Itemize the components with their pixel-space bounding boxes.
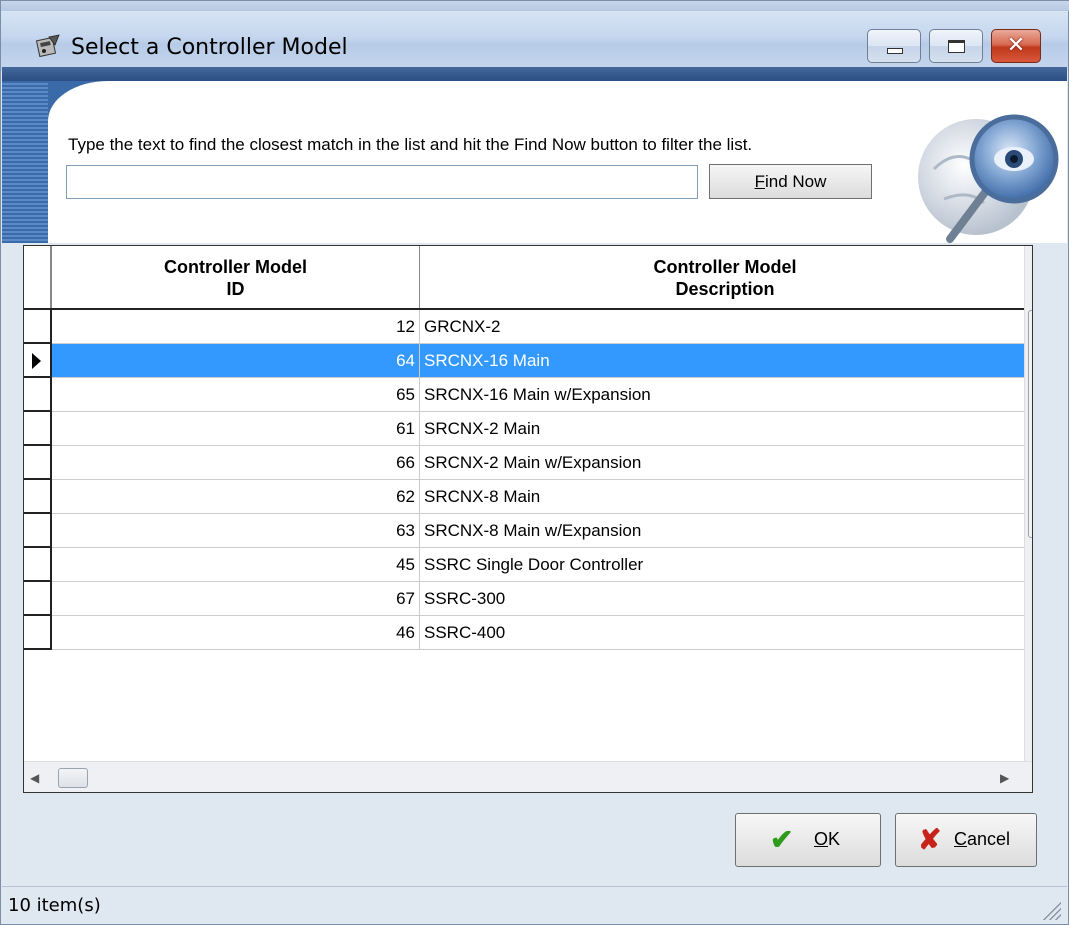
cell-controller-model-id[interactable]: 45 bbox=[52, 548, 420, 582]
cell-controller-model-description[interactable]: SRCNX-8 Main w/Expansion bbox=[420, 514, 1024, 548]
find-now-label: ind Now bbox=[764, 172, 827, 191]
table-row[interactable]: 45 SSRC Single Door Controller bbox=[24, 548, 1024, 582]
cell-controller-model-id[interactable]: 65 bbox=[52, 378, 420, 412]
search-input[interactable] bbox=[66, 165, 698, 199]
row-selector[interactable] bbox=[24, 310, 52, 344]
status-bar: 10 item(s) bbox=[2, 886, 1067, 924]
cancel-label-rest: ancel bbox=[967, 829, 1011, 849]
table-row[interactable]: 67 SSRC-300 bbox=[24, 582, 1024, 616]
dialog-window: Select a Controller Model ✕ Type the tex… bbox=[0, 0, 1069, 925]
cell-controller-model-id[interactable]: 67 bbox=[52, 582, 420, 616]
table-row[interactable]: 66 SRCNX-2 Main w/Expansion bbox=[24, 446, 1024, 480]
scroll-down-arrow-icon[interactable]: ▼ bbox=[1025, 728, 1032, 758]
row-selector[interactable] bbox=[24, 582, 52, 616]
find-now-button[interactable]: Find Now bbox=[709, 164, 872, 199]
ok-label-rest: K bbox=[828, 829, 841, 849]
cancel-label: Cancel bbox=[954, 829, 1010, 850]
table-row[interactable]: 46 SSRC-400 bbox=[24, 616, 1024, 650]
cell-controller-model-description[interactable]: SSRC-300 bbox=[420, 582, 1024, 616]
checkmark-icon: ✔ bbox=[770, 824, 794, 855]
controller-app-icon bbox=[35, 34, 60, 58]
vertical-scroll-thumb[interactable]: ≡ bbox=[1028, 310, 1032, 538]
row-selector[interactable] bbox=[24, 446, 52, 480]
row-selector[interactable] bbox=[24, 412, 52, 446]
cell-controller-model-id[interactable]: 46 bbox=[52, 616, 420, 650]
row-selector[interactable] bbox=[24, 514, 52, 548]
cancel-button[interactable]: ✘ Cancel bbox=[895, 813, 1037, 867]
cell-controller-model-id[interactable]: 64 bbox=[52, 344, 420, 378]
cell-controller-model-description[interactable]: SRCNX-2 Main bbox=[420, 412, 1024, 446]
maximize-button[interactable] bbox=[929, 29, 983, 63]
maximize-icon bbox=[948, 40, 965, 53]
scroll-up-arrow-icon[interactable]: ▲ bbox=[1025, 246, 1032, 276]
vertical-scrollbar[interactable]: ▲ ≡ ▼ bbox=[1024, 246, 1032, 766]
row-selector[interactable] bbox=[24, 548, 52, 582]
cell-controller-model-id[interactable]: 61 bbox=[52, 412, 420, 446]
x-icon: ✘ bbox=[918, 824, 942, 855]
search-instruction: Type the text to find the closest match … bbox=[68, 135, 753, 154]
find-now-access-key: F bbox=[754, 172, 765, 191]
scroll-right-arrow-icon[interactable]: ▶ bbox=[1000, 762, 1020, 792]
row-selector[interactable] bbox=[24, 344, 52, 378]
grid-header: Controller Model ID Controller Model Des… bbox=[24, 246, 1032, 310]
current-row-arrow-icon bbox=[32, 353, 41, 369]
cell-controller-model-description[interactable]: SRCNX-16 Main bbox=[420, 344, 1024, 378]
table-row[interactable]: 62 SRCNX-8 Main bbox=[24, 480, 1024, 514]
decorative-strip bbox=[2, 81, 48, 243]
cell-controller-model-description[interactable]: SRCNX-2 Main w/Expansion bbox=[420, 446, 1024, 480]
column-header-id[interactable]: Controller Model ID bbox=[52, 246, 420, 308]
table-row[interactable]: 12 GRCNX-2 bbox=[24, 310, 1024, 344]
controller-model-grid[interactable]: Controller Model ID Controller Model Des… bbox=[23, 245, 1033, 793]
ok-label: OK bbox=[814, 829, 840, 850]
item-count-status: 10 item(s) bbox=[8, 895, 101, 916]
close-button[interactable]: ✕ bbox=[991, 29, 1041, 63]
close-icon: ✕ bbox=[1006, 33, 1026, 58]
table-row[interactable]: 64 SRCNX-16 Main bbox=[24, 344, 1024, 378]
horizontal-scroll-thumb[interactable] bbox=[58, 768, 88, 788]
column-header-id-line2: ID bbox=[226, 279, 245, 299]
column-header-id-line1: Controller Model bbox=[164, 257, 307, 277]
cell-controller-model-id[interactable]: 63 bbox=[52, 514, 420, 548]
minimize-icon bbox=[887, 48, 903, 54]
title-bar[interactable]: Select a Controller Model ✕ bbox=[1, 11, 1068, 71]
row-selector[interactable] bbox=[24, 616, 52, 650]
row-selector-header bbox=[24, 246, 52, 308]
header-band bbox=[2, 67, 1067, 81]
column-header-description[interactable]: Controller Model Description bbox=[420, 246, 1030, 308]
ok-button[interactable]: ✔ OK bbox=[735, 813, 881, 867]
minimize-button[interactable] bbox=[867, 29, 921, 63]
cell-controller-model-id[interactable]: 66 bbox=[52, 446, 420, 480]
cell-controller-model-description[interactable]: SSRC-400 bbox=[420, 616, 1024, 650]
cell-controller-model-description[interactable]: GRCNX-2 bbox=[420, 310, 1024, 344]
cell-controller-model-description[interactable]: SSRC Single Door Controller bbox=[420, 548, 1024, 582]
cell-controller-model-id[interactable]: 62 bbox=[52, 480, 420, 514]
horizontal-scrollbar[interactable]: ◀ ▶ bbox=[24, 761, 1032, 792]
grip-icon: ≡ bbox=[1029, 411, 1032, 425]
column-header-description-line1: Controller Model bbox=[653, 257, 797, 277]
row-selector[interactable] bbox=[24, 480, 52, 514]
cancel-access-key: C bbox=[954, 829, 967, 849]
cell-controller-model-id[interactable]: 12 bbox=[52, 310, 420, 344]
row-selector[interactable] bbox=[24, 378, 52, 412]
scroll-left-arrow-icon[interactable]: ◀ bbox=[30, 762, 50, 792]
magnifier-globe-icon bbox=[918, 114, 1059, 243]
table-row[interactable]: 63 SRCNX-8 Main w/Expansion bbox=[24, 514, 1024, 548]
column-header-description-line2: Description bbox=[675, 279, 775, 299]
cell-controller-model-description[interactable]: SRCNX-16 Main w/Expansion bbox=[420, 378, 1024, 412]
window-top-edge bbox=[1, 1, 1069, 11]
search-panel: Type the text to find the closest match … bbox=[2, 81, 1067, 243]
table-row[interactable]: 61 SRCNX-2 Main bbox=[24, 412, 1024, 446]
window-title: Select a Controller Model bbox=[71, 35, 348, 60]
table-row[interactable]: 65 SRCNX-16 Main w/Expansion bbox=[24, 378, 1024, 412]
resize-grip-icon[interactable] bbox=[1041, 900, 1061, 920]
ok-access-key: O bbox=[814, 829, 829, 849]
cell-controller-model-description[interactable]: SRCNX-8 Main bbox=[420, 480, 1024, 514]
